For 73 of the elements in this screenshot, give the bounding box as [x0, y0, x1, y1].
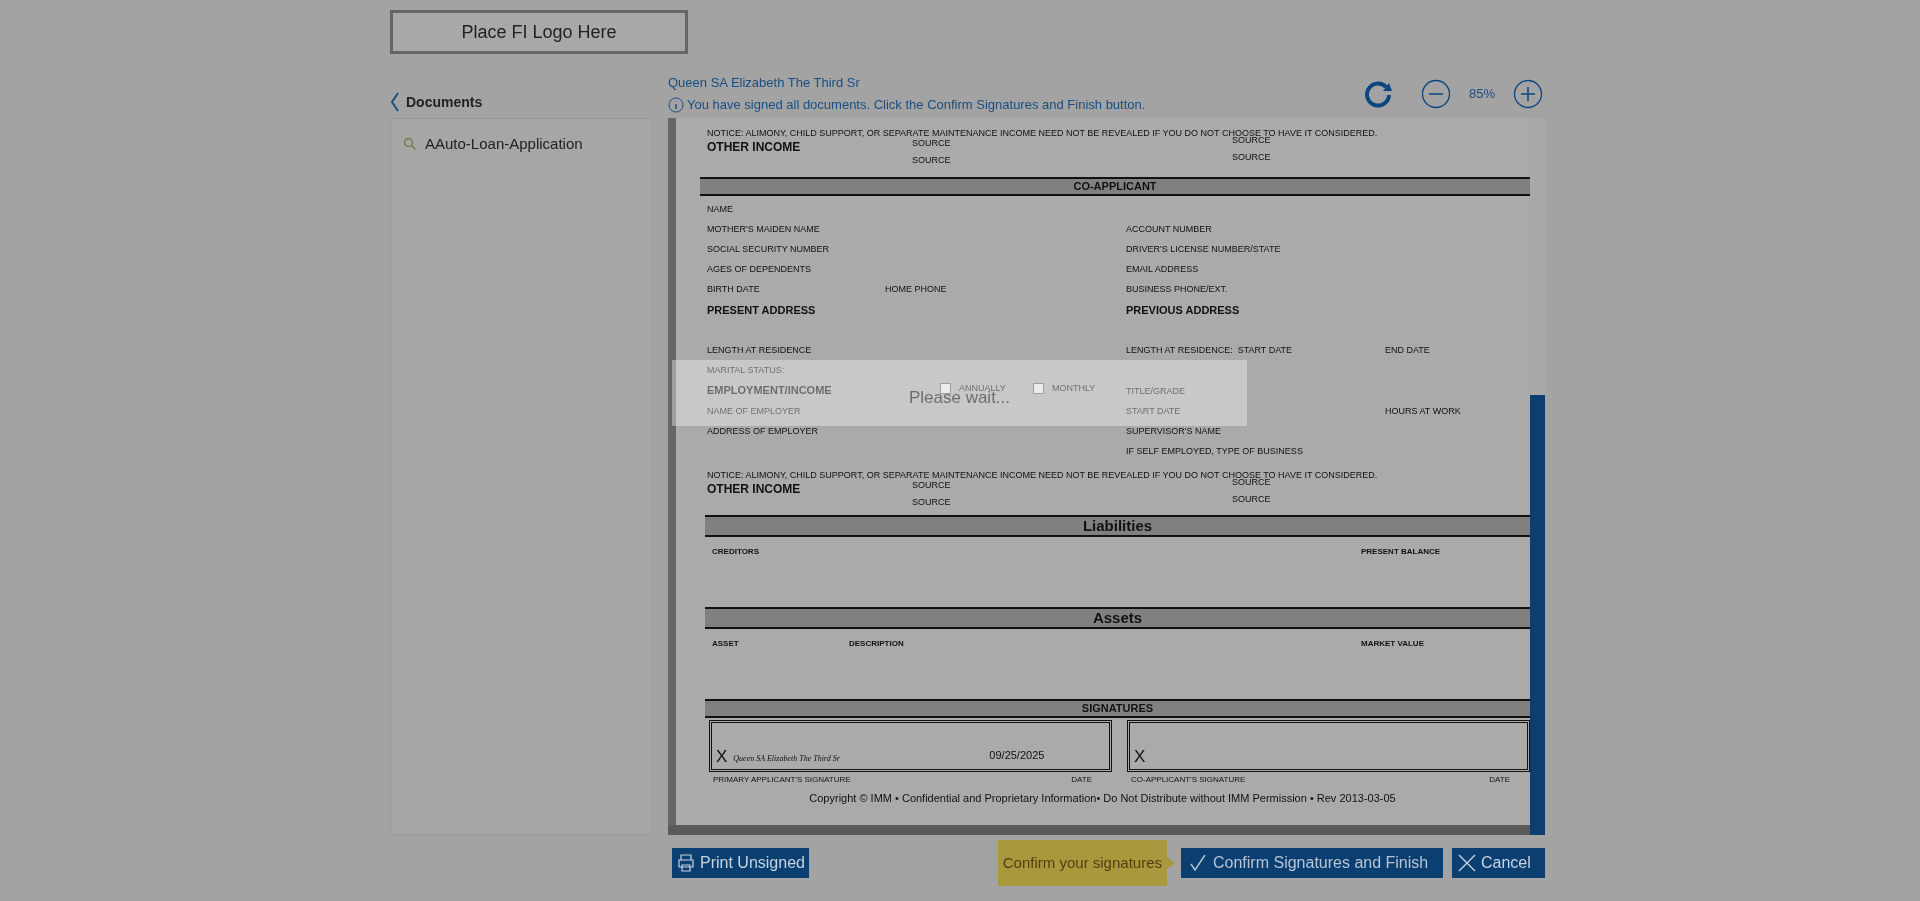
section-heading: PREVIOUS ADDRESS [1126, 304, 1240, 316]
field-label: IF SELF EMPLOYED, TYPE OF BUSINESS [1126, 446, 1303, 456]
field-label: HOME PHONE [885, 284, 947, 294]
field-label: DRIVER'S LICENSE NUMBER/STATE [1126, 244, 1281, 254]
field-label: SOURCE [912, 479, 951, 490]
document-list-item[interactable]: AAuto-Loan-Application [403, 133, 651, 156]
field-label: NAME [707, 204, 733, 214]
zoom-in-icon[interactable] [1513, 79, 1543, 109]
field-label: START DATE [1126, 406, 1181, 416]
field-label: BIRTH DATE [707, 284, 760, 294]
close-icon [1457, 853, 1477, 873]
field-label: NAME OF EMPLOYER [707, 406, 801, 416]
field-label: DATE [1489, 774, 1510, 786]
sidebar-title: Documents [406, 92, 483, 112]
info-message: You have signed all documents. Click the Confirm Signatures and Finish button. [687, 96, 1146, 114]
field-label: SOCIAL SECURITY NUMBER [707, 244, 830, 254]
field-label: TITLE/GRADE [1126, 385, 1185, 396]
field-label: SUPERVISOR'S NAME [1126, 426, 1222, 436]
field-label: PRIMARY APPLICANT'S SIGNATURE [713, 774, 851, 786]
signature-date: 09/25/2025 [989, 747, 1045, 763]
field-label: SOURCE [1232, 150, 1271, 164]
field-label: BUSINESS PHONE/EXT. [1126, 284, 1228, 294]
back-chevron-icon[interactable] [390, 92, 400, 112]
checkmark-icon [1189, 853, 1207, 873]
field-label: AGES OF DEPENDENTS [707, 264, 812, 274]
column-heading: ASSET [712, 639, 739, 648]
section-heading: PRESENT ADDRESS [707, 304, 816, 316]
signature-x-mark: X [1134, 748, 1146, 765]
printer-icon [676, 853, 696, 873]
field-label: MOTHER'S MAIDEN NAME [707, 224, 820, 234]
field-label: MARITAL STATUS: [707, 365, 785, 375]
field-label: SOURCE [1232, 492, 1271, 506]
zoom-level: 85% [1468, 85, 1496, 104]
section-heading: EMPLOYMENT/INCOME [707, 383, 832, 396]
field-label: SOURCE [912, 137, 951, 148]
checkbox[interactable] [1033, 383, 1044, 394]
field-label: CO-APPLICANT'S SIGNATURE [1131, 774, 1246, 786]
section-title: Liabilities [1082, 515, 1153, 536]
section-title: SIGNATURES [1081, 701, 1154, 717]
signature-x-mark: X [716, 748, 728, 765]
search-icon [403, 137, 417, 152]
signer-name: Queen SA Elizabeth The Third Sr [668, 74, 861, 91]
handwritten-signature: Queen SA Elizabeth The Third Sr [733, 753, 841, 765]
column-heading: CREDITORS [712, 547, 759, 556]
column-heading: PRESENT BALANCE [1361, 547, 1441, 556]
copyright-text: Copyright © IMM • Confidential and Proprietary Information• Do Not Distribute without IMM Permission • Rev 2013-03-05 [809, 791, 1396, 806]
column-heading: DESCRIPTION [849, 639, 904, 648]
section-title: Assets [1092, 607, 1143, 628]
notice-text: NOTICE: ALIMONY, CHILD SUPPORT, OR SEPARATE MAINTENANCE INCOME NEED NOT BE REVEALED IF YOU DO NOT CHOOSE TO HAVE IT CONSIDERED. [707, 470, 1378, 480]
cancel-button[interactable]: Cancel [1452, 848, 1545, 878]
field-label: END DATE [1385, 345, 1430, 355]
field-label: SOURCE [912, 154, 951, 165]
section-heading: OTHER INCOME [707, 140, 801, 154]
field-label: ACCOUNT NUMBER [1126, 224, 1212, 234]
zoom-out-icon[interactable] [1421, 79, 1451, 109]
horizontal-scrollbar[interactable] [668, 825, 1530, 835]
info-icon [668, 96, 684, 113]
field-label: HOURS AT WORK [1385, 406, 1461, 416]
field-label: LENGTH AT RESIDENCE [707, 345, 812, 355]
confirm-signatures-button[interactable]: Confirm Signatures and Finish [1181, 848, 1443, 878]
column-heading: MARKET VALUE [1361, 639, 1424, 648]
field-label: ADDRESS OF EMPLOYER [707, 426, 819, 436]
notice-text: NOTICE: ALIMONY, CHILD SUPPORT, OR SEPARATE MAINTENANCE INCOME NEED NOT BE REVEALED IF YOU DO NOT CHOOSE TO HAVE IT CONSIDERED. [707, 128, 1378, 138]
section-title: CO-APPLICANT [1073, 179, 1157, 195]
print-unsigned-button[interactable]: Print Unsigned [672, 848, 809, 878]
field-label: DATE [1071, 774, 1092, 786]
field-label: SOURCE [912, 496, 951, 507]
field-label: LENGTH AT RESIDENCE: START DATE [1126, 345, 1293, 355]
scrollbar-thumb[interactable] [1530, 395, 1545, 835]
field-label: EMAIL ADDRESS [1126, 264, 1199, 274]
checkbox-label: MONTHLY [1052, 381, 1096, 395]
logo-placeholder-text: Place FI Logo Here [461, 20, 617, 44]
section-heading: OTHER INCOME [707, 482, 801, 496]
